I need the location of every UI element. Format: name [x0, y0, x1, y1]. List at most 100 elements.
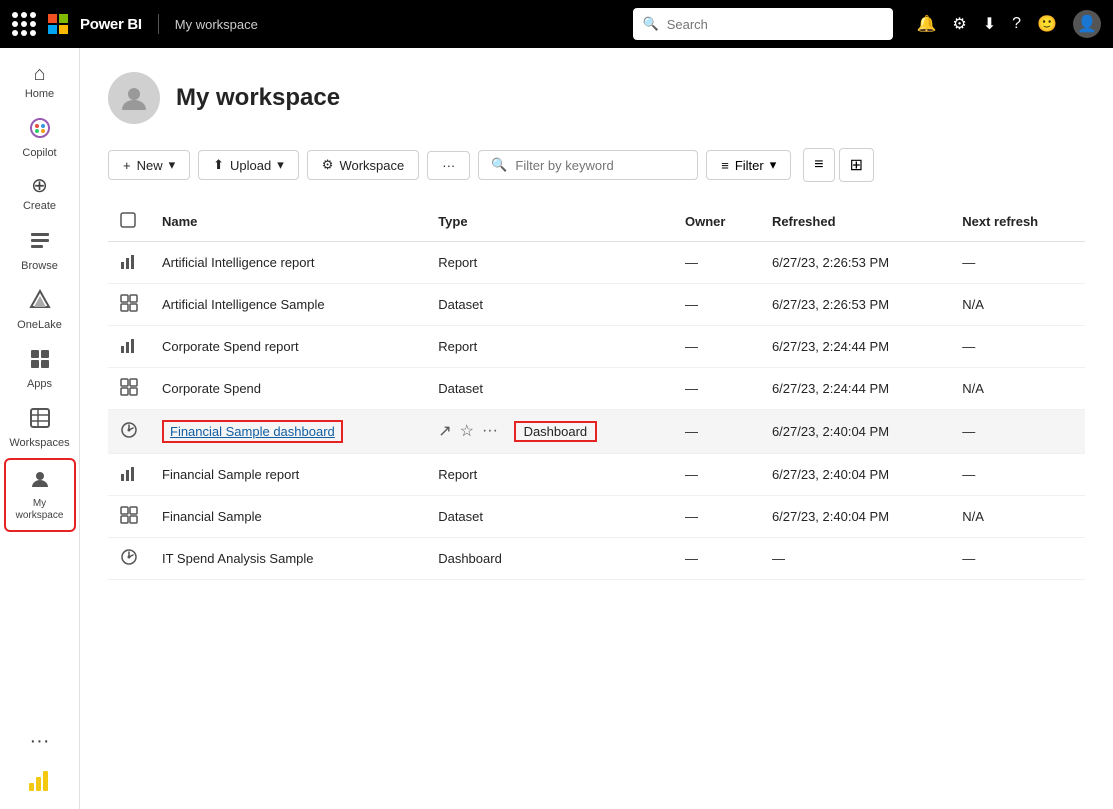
feedback-icon[interactable]: 🙂: [1037, 14, 1057, 34]
notifications-icon[interactable]: 🔔: [917, 14, 937, 34]
col-name-header[interactable]: Name: [150, 202, 426, 242]
filter-keyword-input[interactable]: 🔍: [478, 150, 698, 180]
filter-button[interactable]: ≡ Filter ▾: [706, 150, 791, 180]
table-row: Financial Sample report Report — 6/27/23…: [108, 454, 1085, 496]
cell-owner: —: [673, 326, 760, 368]
upload-button[interactable]: ⬆ Upload ▾: [198, 150, 299, 180]
workspace-breadcrumb: My workspace: [175, 17, 258, 32]
home-icon: ⌂: [33, 64, 45, 84]
sidebar-item-copilot[interactable]: Copilot: [4, 109, 76, 168]
col-next-refresh-header: Next refresh: [950, 202, 1085, 242]
share-button[interactable]: ↗: [438, 421, 451, 441]
product-brand: Power BI: [80, 16, 142, 33]
item-name: Corporate Spend report: [162, 339, 299, 354]
browse-icon: [29, 230, 51, 256]
cell-owner: —: [673, 368, 760, 410]
search-bar[interactable]: 🔍: [633, 8, 893, 40]
cell-refreshed: 6/27/23, 2:40:04 PM: [760, 410, 950, 454]
item-name: Financial Sample: [162, 509, 262, 524]
sidebar-item-browse-label: Browse: [21, 260, 58, 273]
upload-chevron-icon: ▾: [277, 157, 284, 173]
cell-refreshed: 6/27/23, 2:24:44 PM: [760, 368, 950, 410]
cell-name: Artificial Intelligence report: [150, 242, 426, 284]
item-name-link[interactable]: Financial Sample dashboard: [170, 424, 335, 439]
search-icon: 🔍: [643, 16, 659, 32]
col-owner-header: Owner: [673, 202, 760, 242]
sidebar-item-browse[interactable]: Browse: [4, 222, 76, 281]
copilot-icon: [29, 117, 51, 143]
toolbar: + New ▾ ⬆ Upload ▾ ⚙ Workspace ··· 🔍 ≡ F…: [108, 148, 1085, 182]
cell-icon: [108, 326, 150, 368]
col-refreshed-header: Refreshed: [760, 202, 950, 242]
cell-next-refresh: N/A: [950, 368, 1085, 410]
main-content: My workspace + New ▾ ⬆ Upload ▾ ⚙ Worksp…: [80, 48, 1113, 809]
create-icon: ⊕: [31, 176, 48, 196]
grid-view-button[interactable]: ⊞: [839, 148, 874, 182]
cell-next-refresh: —: [950, 242, 1085, 284]
cell-next-refresh: —: [950, 326, 1085, 368]
cell-type: Dataset: [426, 368, 673, 410]
list-view-button[interactable]: ≡: [803, 148, 834, 182]
cell-name: Artificial Intelligence Sample: [150, 284, 426, 326]
sidebar-item-copilot-label: Copilot: [22, 147, 56, 160]
sidebar-more-button[interactable]: ···: [22, 722, 58, 761]
help-icon[interactable]: ?: [1012, 15, 1021, 33]
apps-icon: [29, 348, 51, 374]
table-row: Artificial Intelligence report Report — …: [108, 242, 1085, 284]
cell-owner: —: [673, 538, 760, 580]
workspace-table: Name Type Owner Refreshed Next refresh A…: [108, 202, 1085, 580]
sidebar-item-onelake[interactable]: OneLake: [4, 281, 76, 340]
cell-owner: —: [673, 496, 760, 538]
table-row: Corporate Spend Dataset — 6/27/23, 2:24:…: [108, 368, 1085, 410]
cell-icon: [108, 410, 150, 454]
cell-name: Corporate Spend report: [150, 326, 426, 368]
cell-next-refresh: N/A: [950, 284, 1085, 326]
workspace-label: Workspace: [339, 158, 404, 173]
cell-refreshed: 6/27/23, 2:26:53 PM: [760, 242, 950, 284]
cell-refreshed: 6/27/23, 2:26:53 PM: [760, 284, 950, 326]
new-icon: +: [123, 158, 131, 173]
settings-icon[interactable]: ⚙: [952, 14, 966, 34]
table-row: IT Spend Analysis Sample Dashboard — — —: [108, 538, 1085, 580]
cell-refreshed: 6/27/23, 2:24:44 PM: [760, 326, 950, 368]
col-type-header: Type: [426, 202, 673, 242]
download-icon[interactable]: ⬇: [983, 14, 996, 34]
user-avatar[interactable]: 👤: [1073, 10, 1101, 38]
cell-refreshed: —: [760, 538, 950, 580]
filter-input-field[interactable]: [515, 158, 685, 173]
cell-name: Financial Sample: [150, 496, 426, 538]
item-name: Corporate Spend: [162, 381, 261, 396]
favorite-button[interactable]: ☆: [460, 421, 474, 441]
apps-waffle-icon[interactable]: [12, 12, 36, 36]
powerbi-logo: [23, 765, 55, 797]
workspace-button[interactable]: ⚙ Workspace: [307, 150, 419, 180]
cell-icon: [108, 454, 150, 496]
sidebar-item-home[interactable]: ⌂ Home: [4, 56, 76, 109]
nav-divider: [158, 14, 159, 34]
table-row: Financial Sample Dataset — 6/27/23, 2:40…: [108, 496, 1085, 538]
more-icon: ···: [442, 158, 455, 173]
toolbar-more-button[interactable]: ···: [427, 151, 470, 180]
cell-name: Financial Sample report: [150, 454, 426, 496]
sidebar-item-workspaces[interactable]: Workspaces: [4, 399, 76, 458]
cell-owner: —: [673, 242, 760, 284]
workspaces-icon: [29, 407, 51, 433]
sidebar: ⌂ Home Copilot ⊕ Create Browse OneLake A…: [0, 48, 80, 809]
new-button[interactable]: + New ▾: [108, 150, 190, 180]
cell-type: Report: [426, 326, 673, 368]
sidebar-item-create[interactable]: ⊕ Create: [4, 168, 76, 221]
grid-view-icon: ⊞: [850, 157, 863, 174]
search-input[interactable]: [667, 17, 883, 32]
cell-name: Financial Sample dashboard: [150, 410, 426, 454]
upload-icon: ⬆: [213, 157, 224, 173]
cell-type: Report: [426, 242, 673, 284]
new-chevron-icon: ▾: [169, 157, 176, 173]
cell-next-refresh: —: [950, 410, 1085, 454]
row-more-button[interactable]: ···: [482, 422, 498, 440]
cell-icon: [108, 242, 150, 284]
workspace-gear-icon: ⚙: [322, 157, 334, 173]
filter-icon: ≡: [721, 158, 729, 173]
cell-name: IT Spend Analysis Sample: [150, 538, 426, 580]
sidebar-item-my-workspace[interactable]: My workspace: [4, 458, 76, 532]
sidebar-item-apps[interactable]: Apps: [4, 340, 76, 399]
